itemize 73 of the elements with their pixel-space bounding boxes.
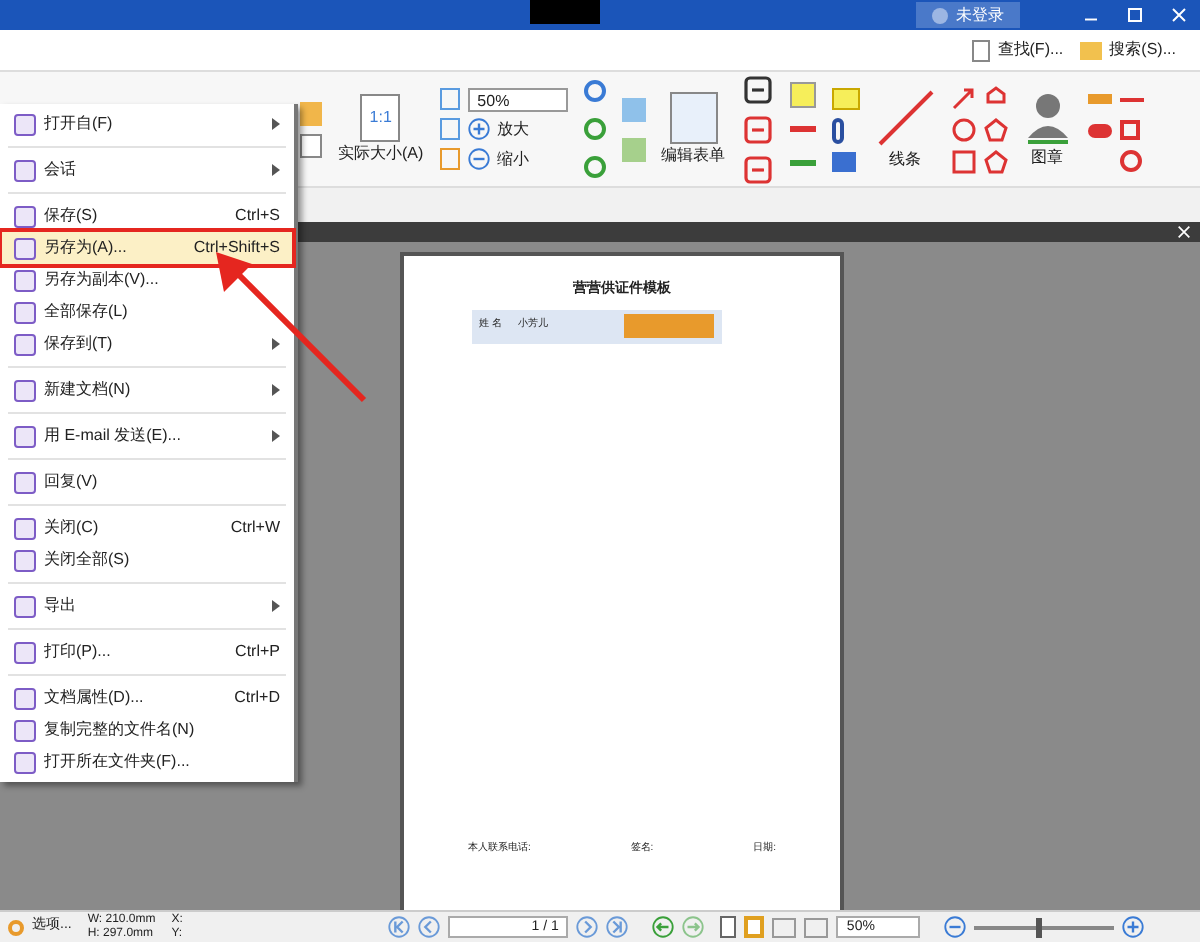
menu-item[interactable]: 复制完整的文件名(N) xyxy=(2,714,292,746)
menu-item-icon xyxy=(14,159,36,181)
menu-item-icon xyxy=(14,425,36,447)
first-page-icon[interactable] xyxy=(388,916,411,938)
menu-item[interactable]: 关闭(C) Ctrl+W xyxy=(2,512,292,544)
menu-item-icon xyxy=(14,641,36,663)
back-icon[interactable] xyxy=(652,916,675,938)
menu-item[interactable]: 用 E-mail 发送(E)... xyxy=(2,420,292,452)
ribbon-label: 实际大小(A) xyxy=(338,141,424,165)
rectangle-icon[interactable] xyxy=(951,149,976,173)
menu-item-icon xyxy=(14,205,36,227)
zoom-slider-thumb[interactable] xyxy=(1035,917,1042,937)
maximize-icon xyxy=(1125,6,1143,24)
zoom-select[interactable]: 50% xyxy=(467,87,568,111)
menu-item[interactable]: 全部保存(L) xyxy=(2,296,292,328)
menu-item-icon xyxy=(14,751,36,773)
text-box-icon[interactable] xyxy=(741,113,774,145)
user-icon xyxy=(932,7,948,23)
menu-item[interactable]: 打开所在文件夹(F)... xyxy=(2,746,292,778)
close-icon xyxy=(1169,6,1187,24)
text-field-icon[interactable] xyxy=(741,73,774,105)
menu-item[interactable]: 保存到(T) xyxy=(2,328,292,360)
menu-item-icon xyxy=(14,595,36,617)
menu-item[interactable]: 回复(V) xyxy=(2,466,292,498)
menu-item-icon xyxy=(14,237,36,259)
toolbar-button[interactable]: 查找(F)... xyxy=(971,38,1064,62)
stamp-icon[interactable] xyxy=(1023,89,1072,145)
zoom-out-button[interactable]: 缩小 xyxy=(439,147,568,171)
ribbon-label: 线条 xyxy=(889,147,922,171)
text-box-icon[interactable] xyxy=(741,153,774,185)
toolbar-button[interactable]: 搜索(S)... xyxy=(1079,38,1176,62)
menu-item[interactable]: 关闭全部(S) xyxy=(2,544,292,576)
menu-item[interactable]: 新建文档(N) xyxy=(2,374,292,406)
zoom-out-icon xyxy=(467,148,490,170)
menu-item[interactable]: 导出 xyxy=(2,590,292,622)
menu-item-icon xyxy=(14,719,36,741)
menu-item-icon xyxy=(14,687,36,709)
next-page-icon[interactable] xyxy=(576,916,599,938)
previous-page-icon[interactable] xyxy=(418,916,441,938)
menu-item-icon xyxy=(14,113,36,135)
close-tab-icon[interactable] xyxy=(1176,224,1192,240)
pentagon-icon[interactable] xyxy=(983,149,1008,173)
menu-item[interactable]: 会话 xyxy=(2,154,292,186)
pentagon-icon[interactable] xyxy=(983,117,1008,141)
menu-item-icon xyxy=(14,471,36,493)
photo-placeholder xyxy=(623,314,713,338)
zoom-in-icon xyxy=(467,118,490,140)
menu-item[interactable]: 另存为副本(V)... xyxy=(2,264,292,296)
menu-item[interactable]: 打开自(F) xyxy=(2,108,292,140)
arrow-icon[interactable] xyxy=(951,85,976,109)
menu-item[interactable]: 另存为(A)... Ctrl+Shift+S xyxy=(2,232,292,264)
menu-item-icon xyxy=(14,517,36,539)
document-icon xyxy=(971,39,990,61)
menu-item-icon xyxy=(14,333,36,355)
circle-icon[interactable] xyxy=(951,117,976,141)
zoom-in-button[interactable]: 放大 xyxy=(439,117,568,141)
zoom-in-icon[interactable] xyxy=(1122,916,1145,938)
menu-item-icon xyxy=(14,379,36,401)
account-button[interactable]: 未登录 xyxy=(916,2,1020,28)
ribbon-label: 图章 xyxy=(1031,145,1064,169)
menu-item-icon xyxy=(14,549,36,571)
window-title-block xyxy=(530,0,600,24)
ribbon-label: 编辑表单 xyxy=(661,143,726,167)
menu-item[interactable]: 文档属性(D)... Ctrl+D xyxy=(2,682,292,714)
zoom-out-icon[interactable] xyxy=(944,916,967,938)
last-page-icon[interactable] xyxy=(606,916,629,938)
menu-item-icon xyxy=(14,269,36,291)
actual-size-icon[interactable]: 1:1 xyxy=(360,93,401,141)
menu-item[interactable]: 保存(S) Ctrl+S xyxy=(2,200,292,232)
menu-item-icon xyxy=(14,301,36,323)
menu-item[interactable]: 打印(P)... Ctrl+P xyxy=(2,636,292,668)
single-page-icon xyxy=(720,916,737,938)
line-icon[interactable] xyxy=(875,87,936,147)
